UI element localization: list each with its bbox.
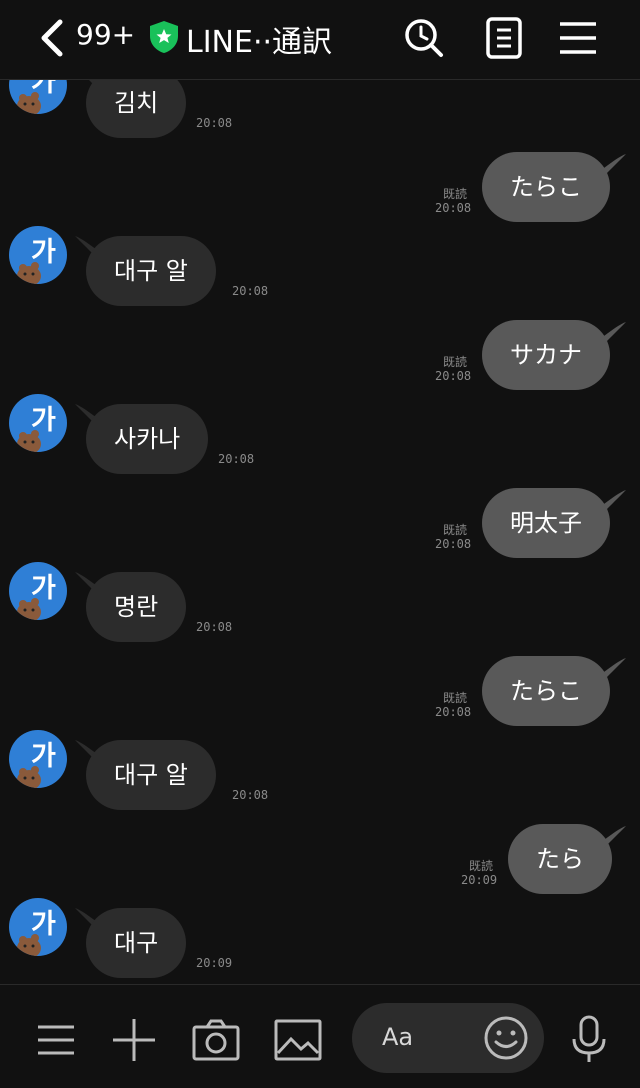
input-placeholder: Aa: [382, 1023, 414, 1051]
message-bubble[interactable]: 명란: [86, 572, 187, 642]
bubble-tail: [604, 826, 626, 848]
message-list[interactable]: 가 김치 20:08 既読 20:08 たらこ 가 대구 알 20:08 既読 …: [0, 80, 640, 984]
message-bubble[interactable]: サカナ: [482, 320, 610, 390]
message-time: 20:09: [196, 956, 233, 970]
chevron-left-icon[interactable]: [36, 18, 66, 58]
read-receipt: 既読: [443, 691, 468, 705]
read-receipt: 既読: [443, 187, 468, 201]
message-time: 20:08: [435, 537, 472, 551]
avatar-label: 가: [31, 741, 56, 772]
message-bubble[interactable]: たらこ: [482, 656, 610, 726]
plus-icon[interactable]: [109, 1015, 159, 1065]
message-bubble[interactable]: たら: [508, 824, 612, 894]
menu-icon[interactable]: [31, 1015, 81, 1065]
avatar[interactable]: 가: [9, 226, 67, 284]
message-time: 20:08: [232, 284, 269, 298]
emoji-icon[interactable]: [483, 1015, 529, 1061]
avatar-label: 가: [31, 80, 56, 98]
message-time: 20:08: [218, 452, 255, 466]
bubble-tail: [604, 322, 626, 344]
message-time: 20:08: [196, 116, 233, 130]
message-bubble[interactable]: 사카나: [86, 404, 209, 474]
avatar[interactable]: 가: [9, 394, 67, 452]
notes-icon[interactable]: [482, 16, 526, 60]
bubble-tail: [604, 490, 626, 512]
message-time: 20:08: [435, 201, 472, 215]
message-bubble[interactable]: 明太子: [482, 488, 610, 558]
menu-icon[interactable]: [556, 16, 600, 60]
message-time: 20:08: [435, 705, 472, 719]
microphone-icon[interactable]: [564, 1015, 614, 1065]
read-receipt: 既読: [443, 355, 468, 369]
unread-count[interactable]: 99+: [76, 18, 135, 51]
message-input[interactable]: Aa: [352, 1003, 544, 1073]
message-bubble[interactable]: 대구 알: [86, 740, 216, 810]
avatar-label: 가: [31, 237, 56, 268]
read-receipt: 既読: [469, 859, 494, 873]
bubble-tail: [604, 154, 626, 176]
avatar[interactable]: 가: [9, 562, 67, 620]
chat-title[interactable]: LINE··通訳: [186, 17, 332, 61]
avatar-label: 가: [31, 909, 56, 940]
chat-header: 99+ LINE··通訳: [0, 0, 640, 80]
avatar-label: 가: [31, 405, 56, 436]
read-receipt: 既読: [443, 523, 468, 537]
message-time: 20:09: [461, 873, 498, 887]
search-icon[interactable]: [402, 16, 446, 60]
message-bubble[interactable]: 김치: [86, 80, 187, 138]
avatar-label: 가: [31, 573, 56, 604]
message-bubble[interactable]: たらこ: [482, 152, 610, 222]
message-time: 20:08: [232, 788, 269, 802]
message-time: 20:08: [435, 369, 472, 383]
message-bubble[interactable]: 대구: [86, 908, 187, 978]
avatar[interactable]: 가: [9, 730, 67, 788]
composer-bar: Aa: [0, 984, 640, 1088]
avatar[interactable]: 가: [9, 898, 67, 956]
message-bubble[interactable]: 대구 알: [86, 236, 216, 306]
camera-icon[interactable]: [191, 1015, 241, 1065]
message-time: 20:08: [196, 620, 233, 634]
avatar[interactable]: 가: [9, 80, 67, 114]
bubble-tail: [604, 658, 626, 680]
image-icon[interactable]: [273, 1015, 323, 1065]
shield-star-icon: [150, 21, 178, 53]
